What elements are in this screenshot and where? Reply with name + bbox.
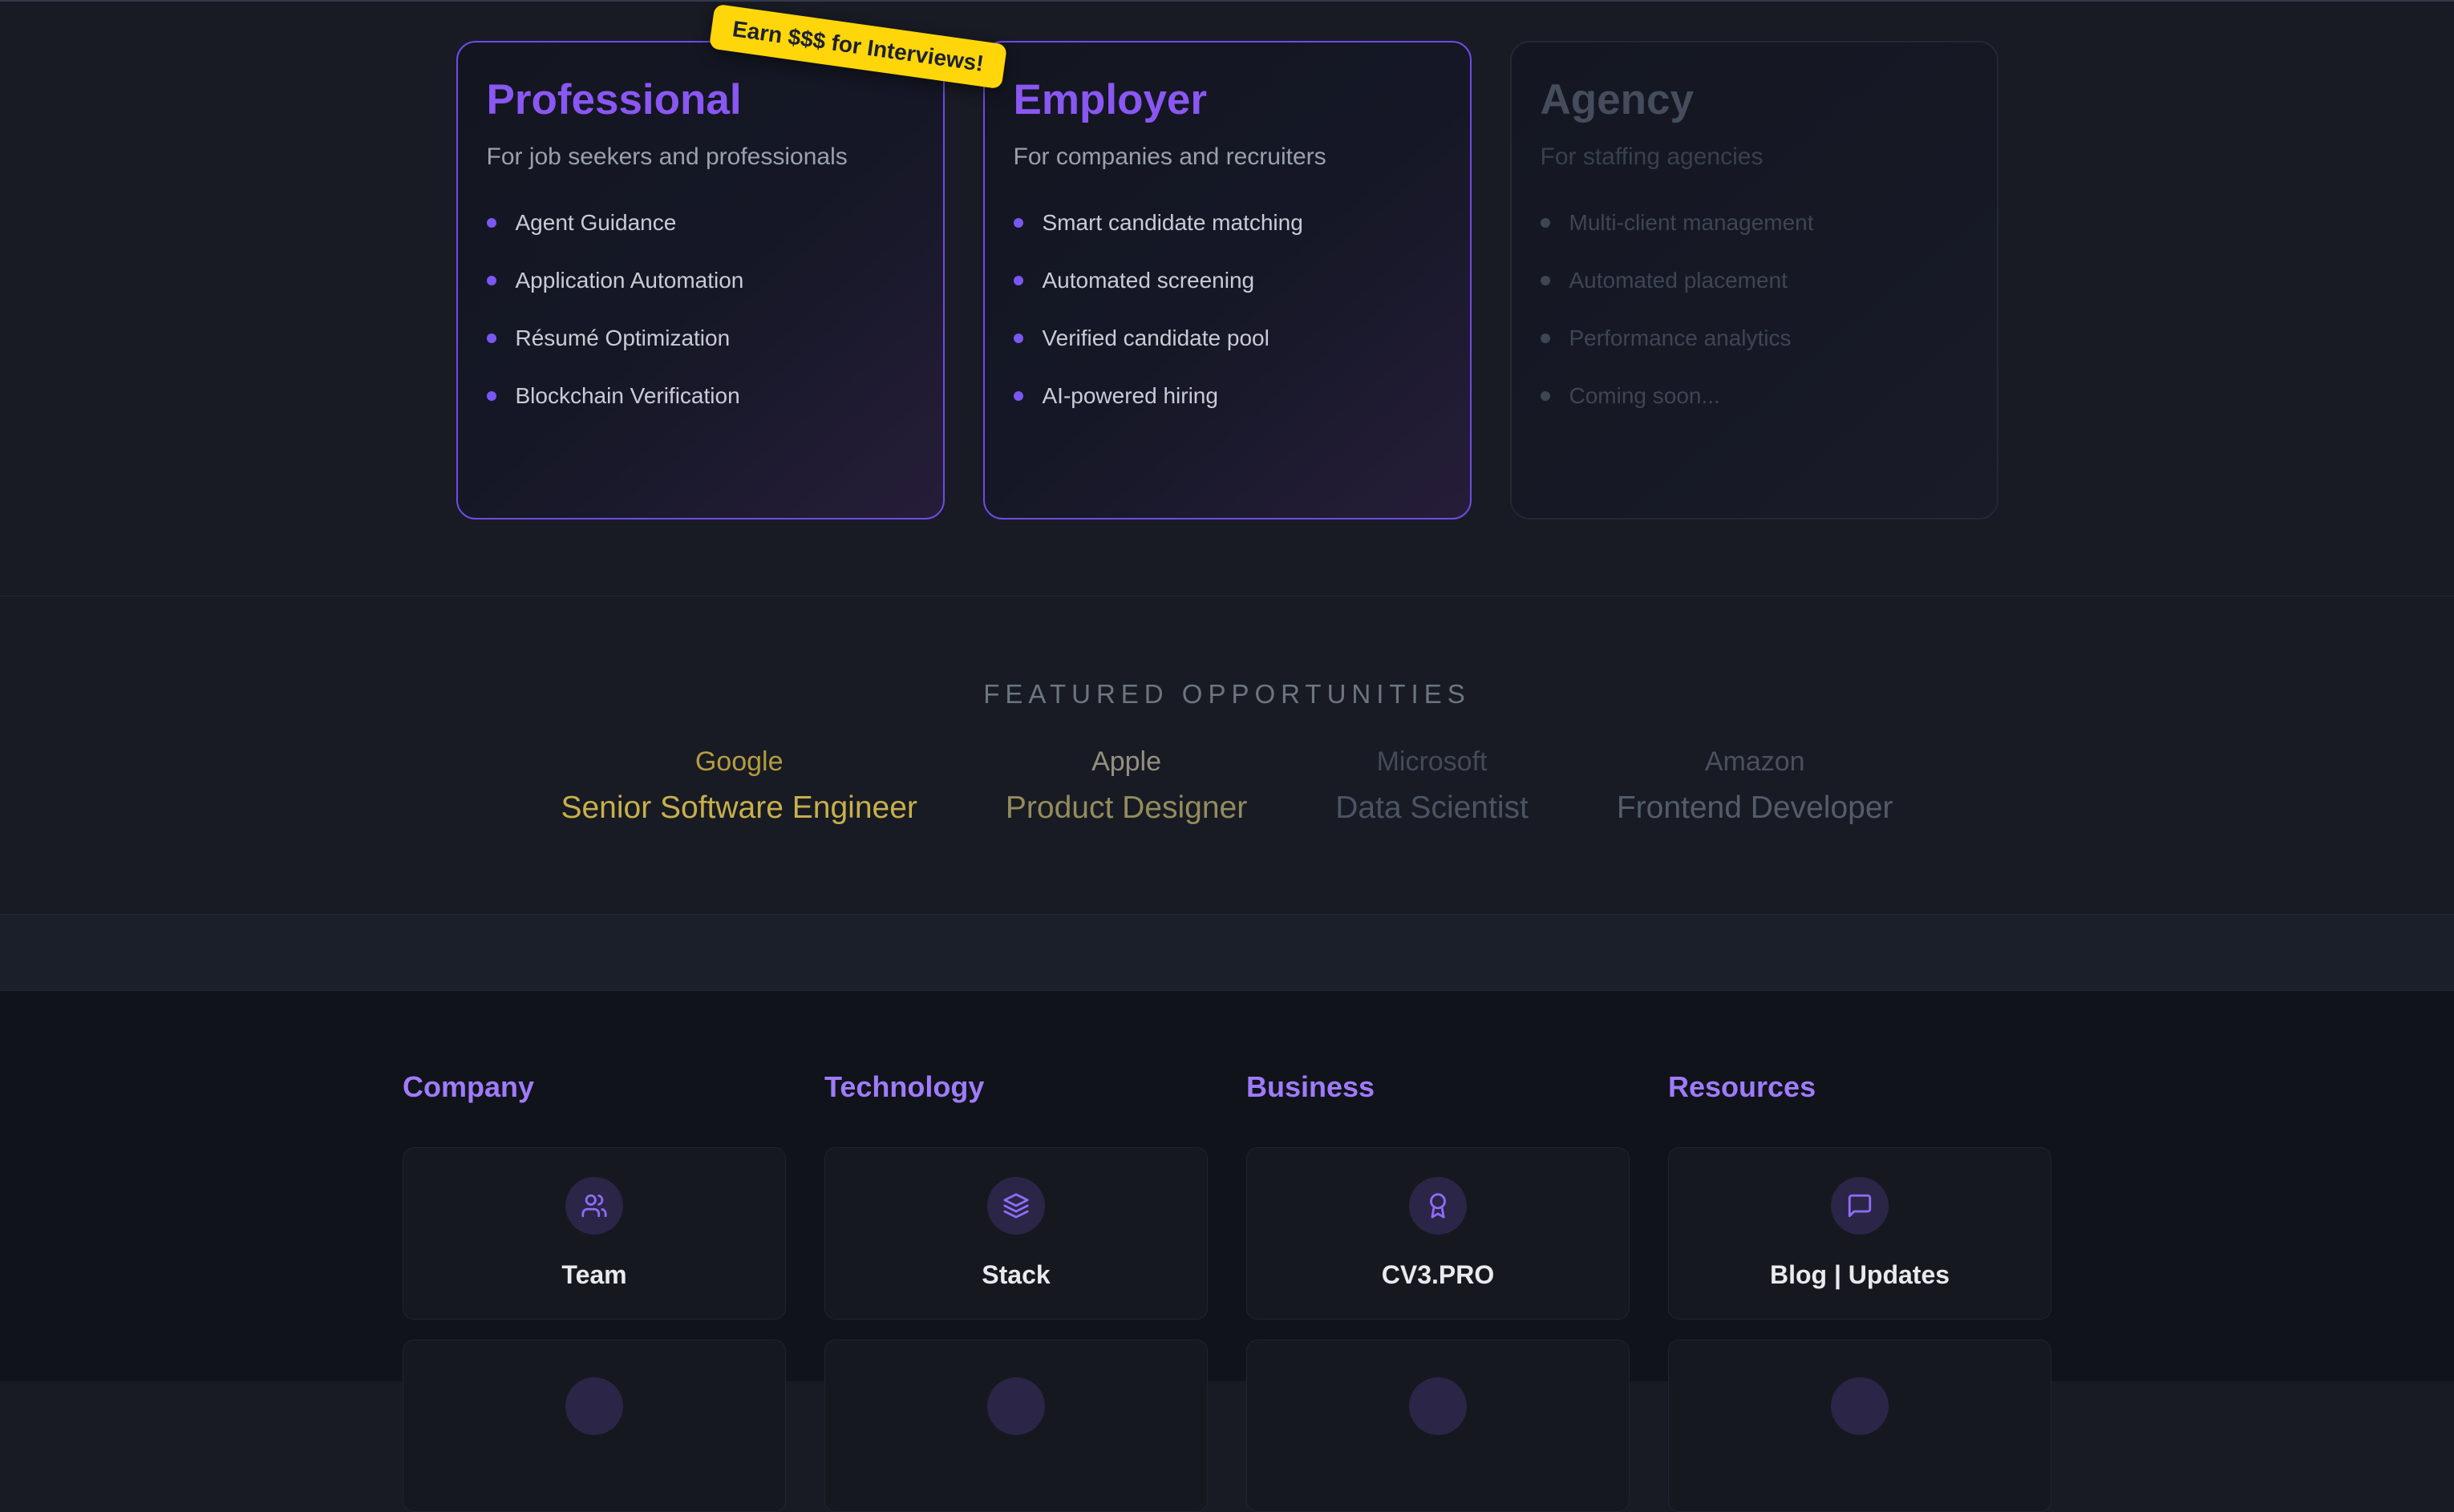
footer-card-partial[interactable] (824, 1340, 1208, 1512)
footer-column-heading: Company (403, 1070, 786, 1104)
bullet-dot-icon (487, 334, 496, 343)
feature-item: AI-powered hiring (1014, 384, 1441, 408)
footer-card-cv3pro[interactable]: CV3.PRO (1246, 1147, 1630, 1320)
footer-column-technology: Technology Stack (824, 1070, 1208, 1512)
feature-label: Multi-client management (1569, 210, 1814, 236)
feature-item: Blockchain Verification (487, 384, 914, 408)
footer-card-partial[interactable] (1246, 1340, 1630, 1512)
spacer-band (0, 915, 2454, 990)
company-name: Google (561, 746, 917, 778)
plan-card-agency: Agency For staffing agencies Multi-clien… (1510, 41, 1998, 519)
plan-title: Professional (487, 75, 914, 126)
footer-grid: Company Team Technology (403, 1070, 2051, 1512)
users-icon (565, 1177, 623, 1235)
bullet-dot-icon (487, 391, 496, 401)
company-name: Amazon (1617, 746, 1893, 778)
plans-section: Professional For job seekers and profess… (0, 2, 2454, 596)
footer-column-company: Company Team (403, 1070, 786, 1512)
feature-label: Verified candidate pool (1043, 325, 1270, 351)
featured-heading: FEATURED OPPORTUNITIES (0, 679, 2454, 710)
site-footer: Company Team Technology (0, 990, 2454, 1381)
job-title: Frontend Developer (1617, 790, 1893, 826)
bullet-dot-icon (1014, 276, 1023, 285)
company-name: Microsoft (1335, 746, 1529, 778)
job-title: Product Designer (1006, 790, 1247, 826)
feature-item: Performance analytics (1541, 326, 1968, 350)
footer-column-heading: Business (1246, 1070, 1630, 1104)
plan-card-professional[interactable]: Professional For job seekers and profess… (456, 41, 945, 519)
hidden-icon (565, 1377, 623, 1435)
bullet-dot-icon (487, 218, 496, 228)
feature-label: Résumé Optimization (516, 325, 731, 351)
plan-title: Employer (1014, 75, 1441, 126)
featured-row: Google Senior Software Engineer Apple Pr… (0, 746, 2454, 826)
featured-item-apple[interactable]: Apple Product Designer (1006, 746, 1247, 826)
featured-item-amazon[interactable]: Amazon Frontend Developer (1617, 746, 1893, 826)
plans-row: Professional For job seekers and profess… (0, 2, 2454, 519)
feature-label: Blockchain Verification (516, 383, 740, 409)
company-name: Apple (1006, 746, 1247, 778)
footer-column-heading: Resources (1668, 1070, 2051, 1104)
bullet-dot-icon (1014, 334, 1023, 343)
award-icon (1409, 1177, 1467, 1235)
bullet-dot-icon (487, 276, 496, 285)
plan-subtitle: For job seekers and professionals (487, 144, 914, 171)
footer-card-stack[interactable]: Stack (824, 1147, 1208, 1320)
featured-item-google[interactable]: Google Senior Software Engineer (561, 746, 917, 826)
bullet-dot-icon (1541, 276, 1550, 285)
feature-label: Application Automation (516, 268, 744, 293)
footer-card-label: CV3.PRO (1382, 1260, 1494, 1290)
bullet-dot-icon (1541, 391, 1550, 401)
feature-item: Agent Guidance (487, 211, 914, 235)
footer-column-resources: Resources Blog | Updates (1668, 1070, 2051, 1512)
bullet-dot-icon (1014, 218, 1023, 228)
feature-item: Automated screening (1014, 269, 1441, 293)
footer-card-partial[interactable] (403, 1340, 786, 1512)
footer-card-blog[interactable]: Blog | Updates (1668, 1147, 2051, 1320)
feature-item: Multi-client management (1541, 211, 1968, 235)
footer-column-business: Business CV3.PRO (1246, 1070, 1630, 1512)
footer-card-team[interactable]: Team (403, 1147, 786, 1320)
plan-features: Multi-client management Automated placem… (1541, 211, 1968, 408)
hidden-icon (987, 1377, 1045, 1435)
plan-features: Smart candidate matching Automated scree… (1014, 211, 1441, 408)
footer-card-label: Blog | Updates (1770, 1260, 1950, 1290)
bullet-dot-icon (1541, 218, 1550, 228)
layers-icon (987, 1177, 1045, 1235)
feature-label: Automated placement (1569, 268, 1788, 293)
feature-item: Automated placement (1541, 269, 1968, 293)
bullet-dot-icon (1014, 391, 1023, 401)
footer-column-heading: Technology (824, 1070, 1208, 1104)
hidden-icon (1831, 1377, 1889, 1435)
feature-item: Verified candidate pool (1014, 326, 1441, 350)
footer-card-partial[interactable] (1668, 1340, 2051, 1512)
plan-features: Agent Guidance Application Automation Ré… (487, 211, 914, 408)
feature-label: Performance analytics (1569, 325, 1792, 351)
feature-label: AI-powered hiring (1043, 383, 1218, 409)
feature-label: Automated screening (1043, 268, 1255, 293)
plan-card-employer[interactable]: Employer For companies and recruiters Sm… (983, 41, 1472, 519)
plan-subtitle: For companies and recruiters (1014, 144, 1441, 171)
hidden-icon (1409, 1377, 1467, 1435)
feature-label: Agent Guidance (516, 210, 677, 236)
bullet-dot-icon (1541, 334, 1550, 343)
feature-label: Coming soon... (1569, 383, 1720, 409)
job-title: Senior Software Engineer (561, 790, 917, 826)
footer-card-label: Team (561, 1260, 626, 1290)
job-title: Data Scientist (1335, 790, 1529, 826)
chat-bubble-icon (1831, 1177, 1889, 1235)
footer-card-label: Stack (982, 1260, 1050, 1290)
plan-subtitle: For staffing agencies (1541, 144, 1968, 171)
feature-item: Smart candidate matching (1014, 211, 1441, 235)
feature-item: Résumé Optimization (487, 326, 914, 350)
feature-item: Coming soon... (1541, 384, 1968, 408)
feature-item: Application Automation (487, 269, 914, 293)
featured-opportunities-section: FEATURED OPPORTUNITIES Google Senior Sof… (0, 596, 2454, 915)
plan-title: Agency (1541, 75, 1968, 126)
featured-item-microsoft[interactable]: Microsoft Data Scientist (1335, 746, 1529, 826)
feature-label: Smart candidate matching (1043, 210, 1303, 236)
